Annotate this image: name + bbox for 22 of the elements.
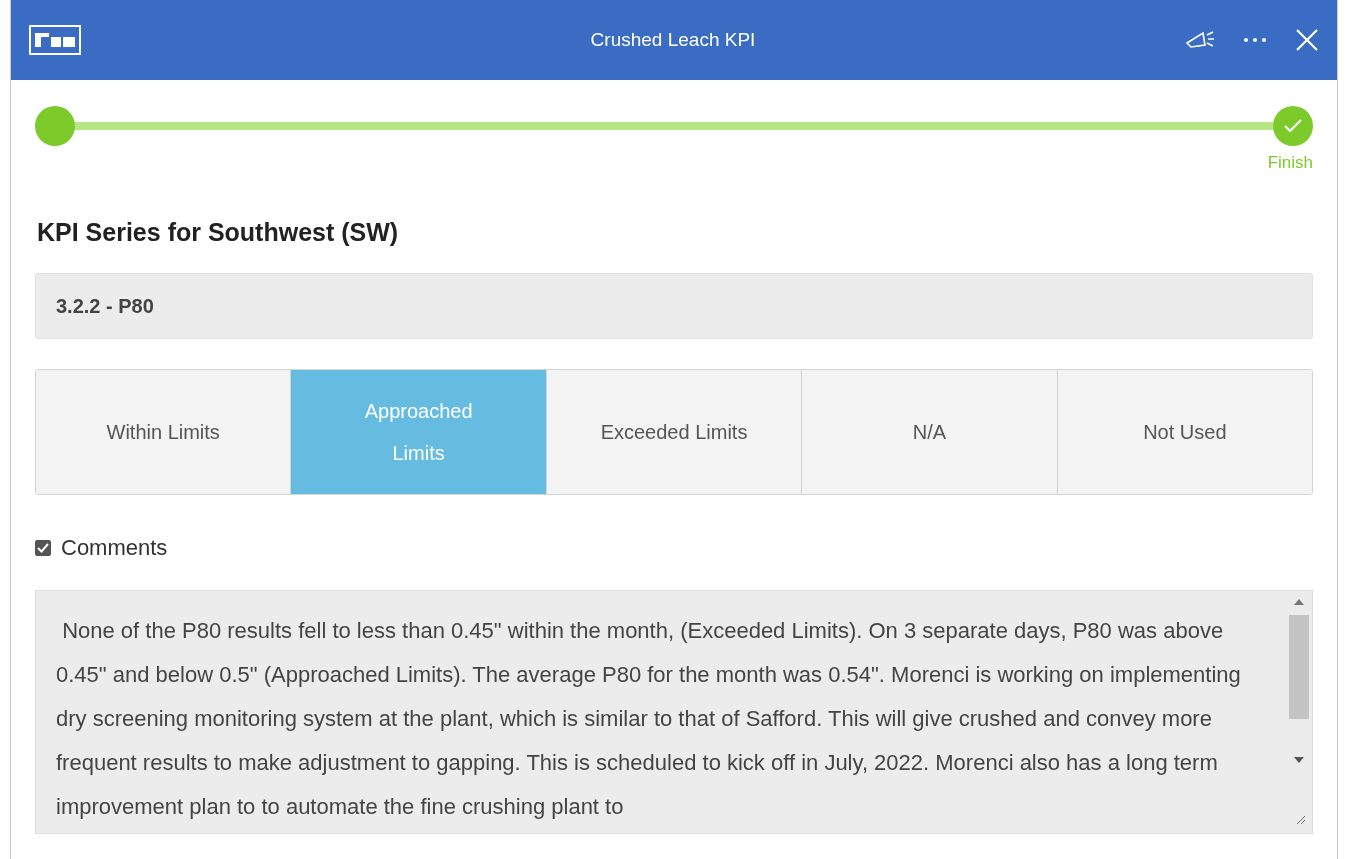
section-heading: KPI Series for Southwest (SW) bbox=[37, 216, 400, 248]
series-field[interactable]: 3.2.2 - P80 bbox=[35, 273, 1313, 339]
more-icon[interactable] bbox=[1243, 37, 1267, 43]
check-icon bbox=[37, 542, 49, 553]
finish-label: Finish bbox=[1267, 152, 1313, 174]
megaphone-icon[interactable] bbox=[1185, 29, 1215, 51]
scroll-up-icon[interactable] bbox=[1294, 599, 1304, 605]
comments-checkbox[interactable] bbox=[35, 539, 51, 556]
logo-icon bbox=[29, 25, 81, 55]
resize-grip-icon[interactable] bbox=[1294, 813, 1306, 825]
scrollbar-thumb[interactable] bbox=[1289, 615, 1309, 719]
close-icon[interactable] bbox=[1295, 28, 1319, 52]
comments-label: Comments bbox=[61, 534, 168, 562]
scroll-down-icon[interactable] bbox=[1294, 757, 1304, 763]
status-option[interactable]: Exceeded Limits bbox=[546, 370, 803, 494]
comments-textarea[interactable] bbox=[35, 590, 1313, 834]
check-icon bbox=[1284, 119, 1302, 133]
status-option[interactable]: Within Limits bbox=[36, 370, 292, 494]
comments-text: None of the P80 results fell to less than 0.45" within the month, (Exceeded Limits). On 3 separate days, P80 was above 0.45" and below 0.5" (Approached Limits). The average P80 for the month was 0.54". Morenci is working on implementing dry screening monitoring system at the plant, which is similar to that of Safford. This will give crushed and convey more frequent results to make adjustment to gapping. This is scheduled to kick off in July, 2022. Morenci also has a long term improvement plan to to automate the fine crushing plant to bbox=[56, 617, 1242, 821]
status-option[interactable]: Not Used bbox=[1057, 370, 1312, 494]
window-title: Crushed Leach KPI bbox=[590, 27, 756, 52]
status-option[interactable]: N/A bbox=[802, 370, 1058, 494]
